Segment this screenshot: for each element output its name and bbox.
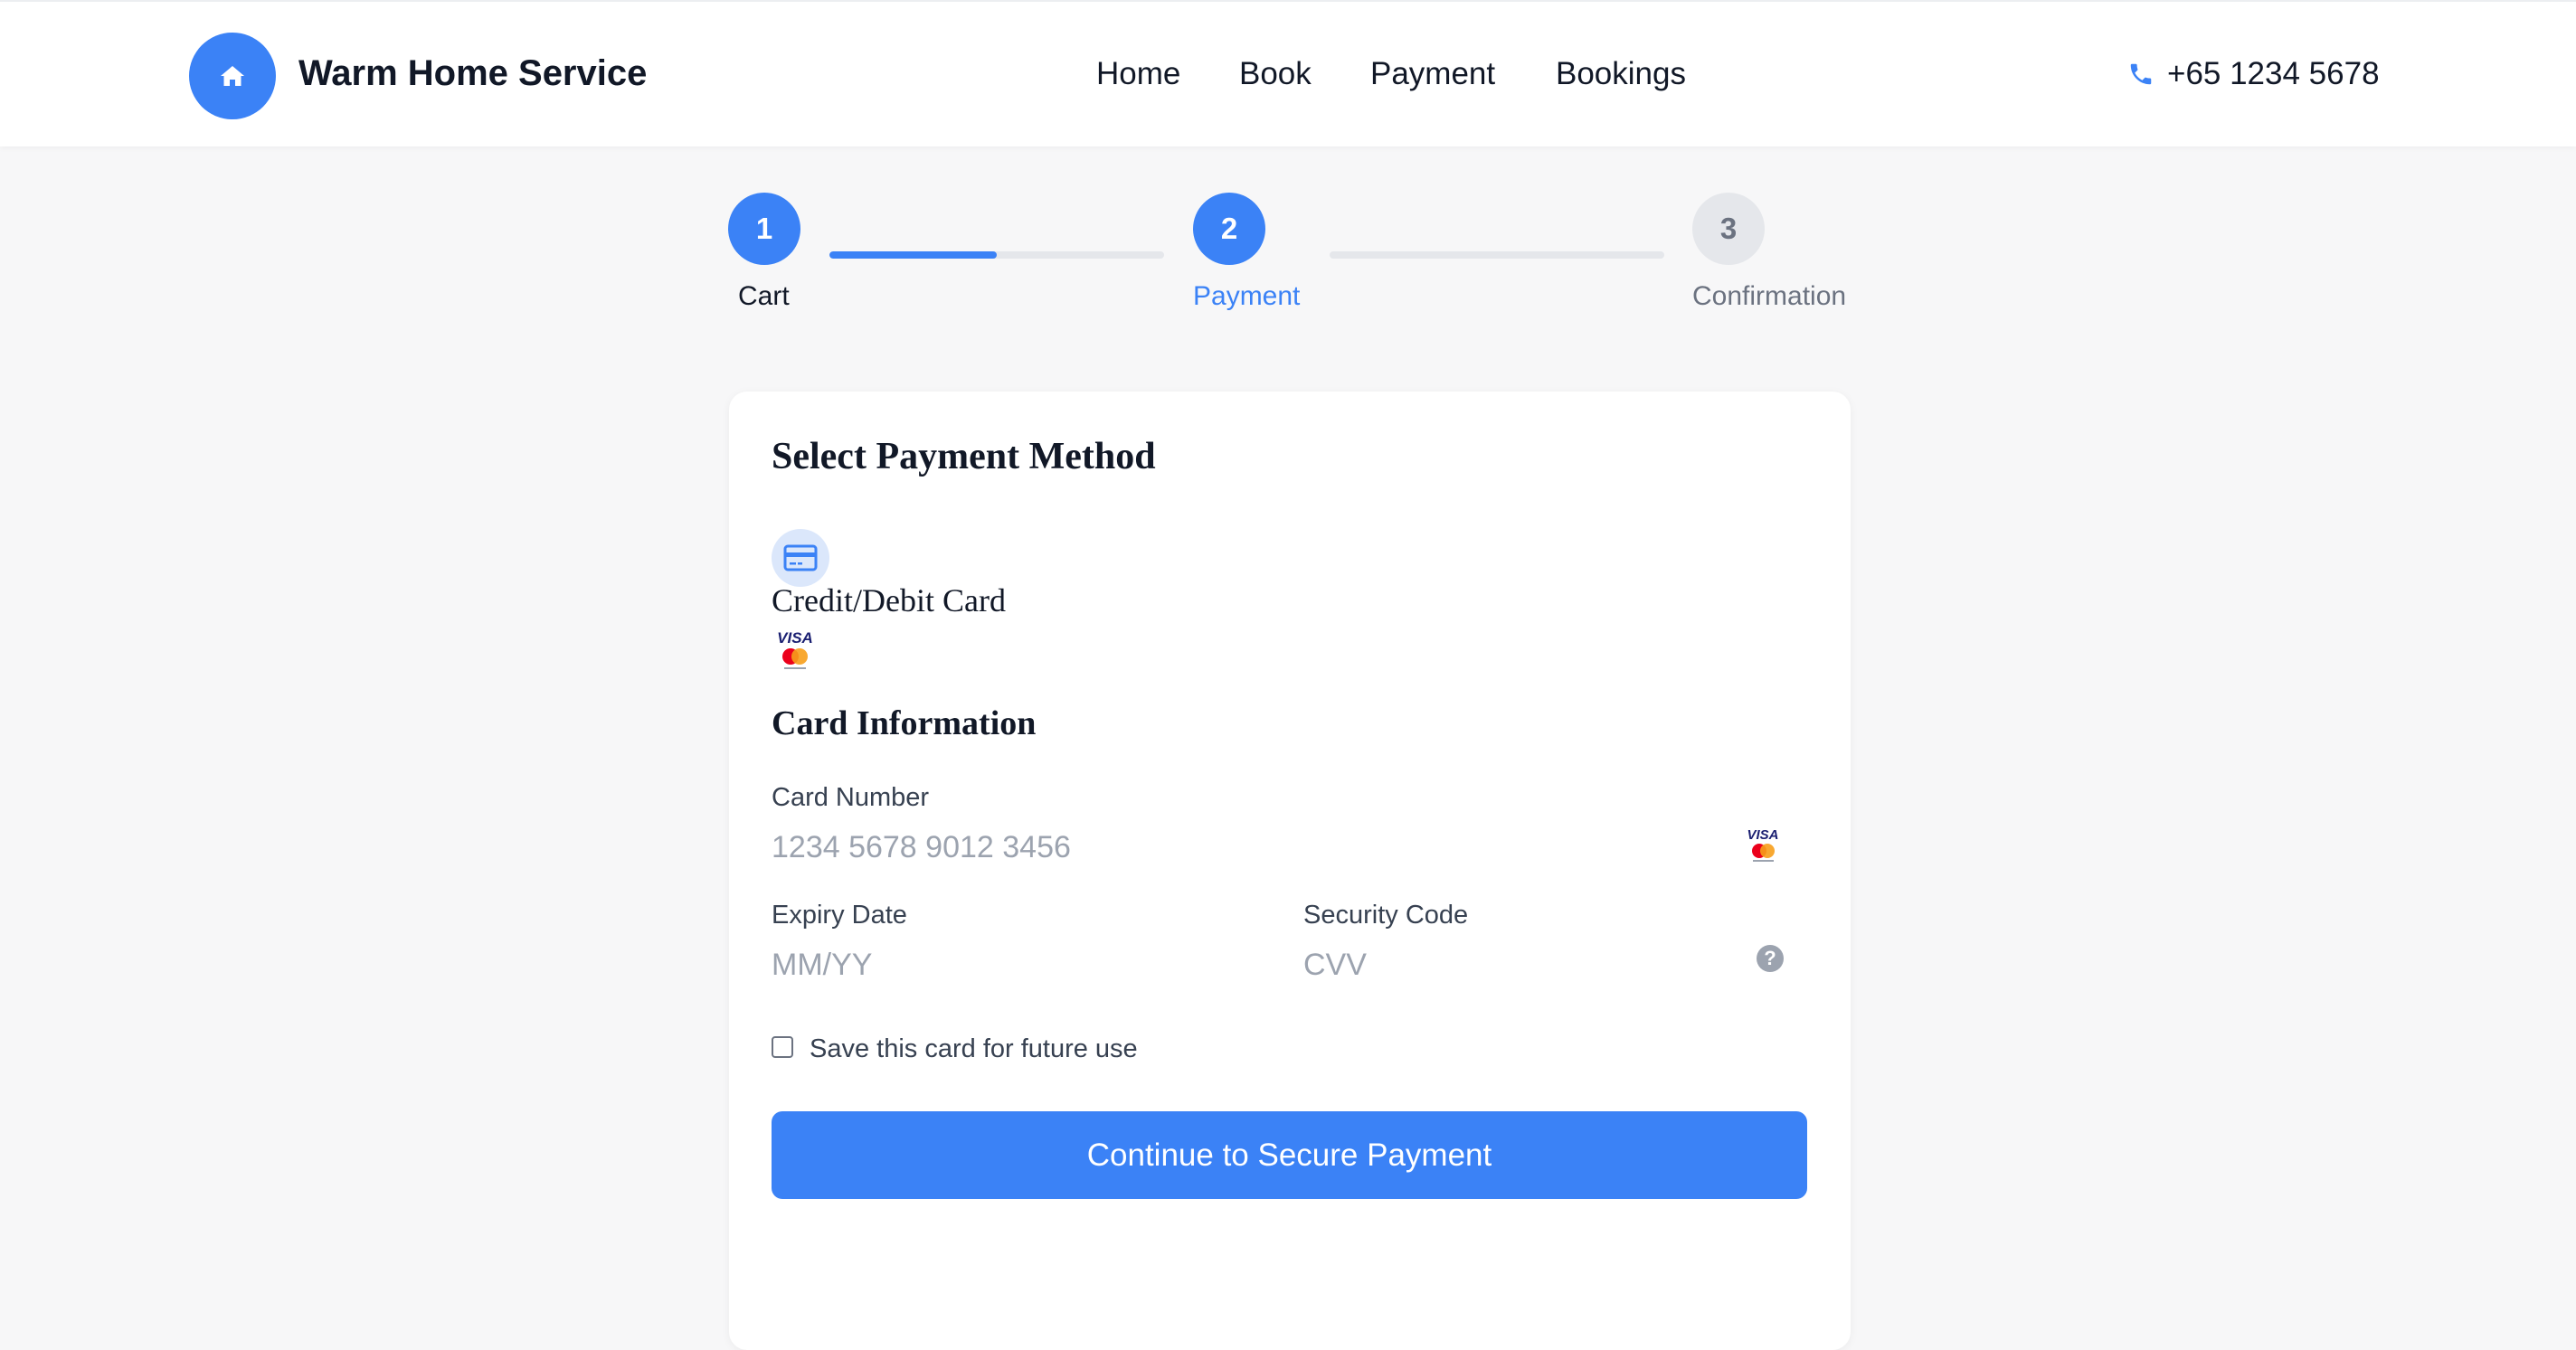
step-2-circle: 2 [1193, 193, 1265, 265]
credit-card-icon [783, 544, 818, 571]
brand-name[interactable]: Warm Home Service [298, 53, 647, 94]
step-1-progress-fill [829, 251, 997, 259]
card-information-title: Card Information [772, 704, 1037, 742]
expiry-date-label: Expiry Date [772, 901, 907, 930]
home-icon [219, 64, 246, 88]
credit-card-option[interactable] [772, 529, 829, 587]
step-1-label: Cart [738, 281, 790, 311]
step-3-circle: 3 [1692, 193, 1765, 265]
expiry-date-input[interactable] [772, 945, 1242, 985]
nav-home[interactable]: Home [1096, 56, 1180, 92]
top-navbar: Warm Home Service Home Book Payment Book… [0, 0, 2576, 146]
phone-number: +65 1234 5678 [2167, 56, 2380, 91]
step-2-label: Payment [1193, 281, 1301, 311]
security-code-input[interactable] [1303, 945, 1738, 985]
svg-text:VISA: VISA [1747, 827, 1778, 843]
step-3-label: Confirmation [1692, 281, 1847, 311]
payment-card: Select Payment Method Credit/Debit Card … [729, 392, 1851, 1350]
card-number-input[interactable] [772, 827, 1712, 867]
step-1-circle: 1 [728, 193, 800, 265]
credit-card-option-label[interactable]: Credit/Debit Card [772, 581, 1006, 619]
security-code-label: Security Code [1303, 901, 1469, 930]
nav-book[interactable]: Book [1239, 56, 1312, 92]
phone-icon [2127, 61, 2155, 88]
logo[interactable] [189, 33, 276, 119]
card-brand-icon: VISA [1744, 826, 1782, 865]
visa-mastercard-icon: VISA [776, 628, 814, 675]
svg-text:VISA: VISA [777, 629, 813, 647]
card-number-label: Card Number [772, 783, 930, 812]
nav-bookings[interactable]: Bookings [1556, 56, 1686, 92]
save-card-checkbox[interactable] [772, 1036, 793, 1058]
continue-to-payment-button[interactable]: Continue to Secure Payment [772, 1111, 1807, 1199]
phone-contact[interactable]: +65 1234 5678 [2127, 56, 2380, 92]
step-1-progress-track [829, 251, 1164, 259]
question-circle-icon[interactable]: ? [1757, 945, 1784, 972]
step-2-progress-track [1330, 251, 1664, 259]
payment-method-title: Select Payment Method [772, 436, 1156, 477]
save-card-label[interactable]: Save this card for future use [810, 1034, 1138, 1064]
nav-payment[interactable]: Payment [1370, 56, 1495, 92]
